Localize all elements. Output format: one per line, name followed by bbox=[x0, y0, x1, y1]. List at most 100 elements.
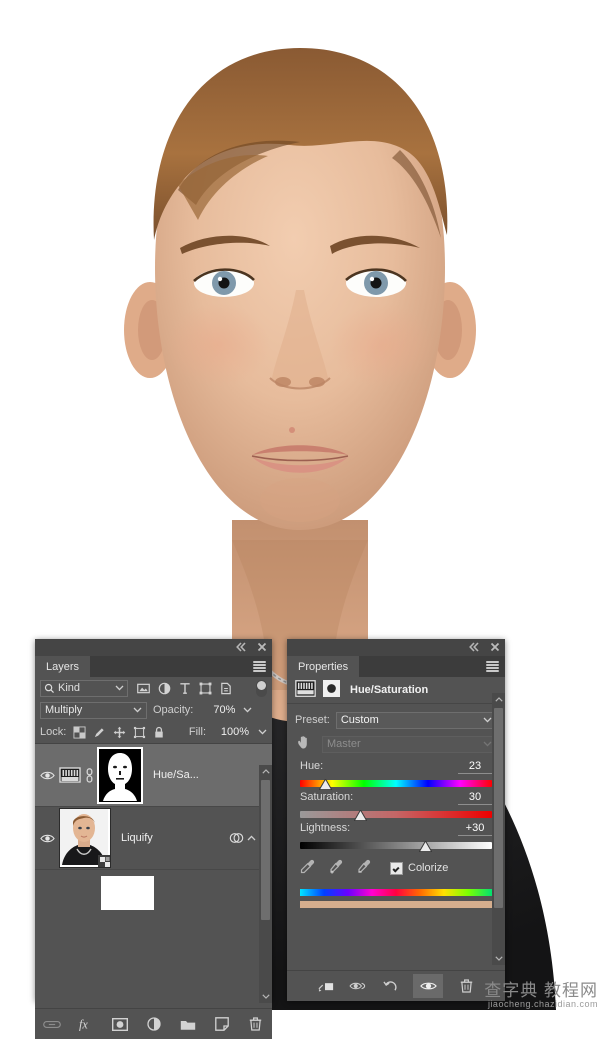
channel-row[interactable]: Master bbox=[287, 732, 505, 756]
result-color-bar bbox=[300, 901, 492, 908]
tab-properties[interactable]: Properties bbox=[287, 656, 359, 677]
mask-link-icon[interactable] bbox=[81, 768, 97, 783]
delete-adjustment-layer-icon[interactable] bbox=[457, 977, 475, 995]
eyedropper-subtract-icon[interactable] bbox=[356, 859, 371, 877]
clip-to-layer-icon[interactable] bbox=[317, 977, 335, 995]
saturation-slider-track[interactable] bbox=[300, 811, 492, 818]
layer-visibility-toggle[interactable] bbox=[35, 770, 59, 781]
white-layer-thumbnail-row[interactable] bbox=[35, 870, 272, 916]
collapse-icon[interactable] bbox=[468, 641, 480, 653]
layers-panel[interactable]: Layers Kind bbox=[35, 639, 272, 1001]
layers-scrollbar[interactable] bbox=[259, 765, 272, 1003]
colorize-checkbox[interactable] bbox=[390, 862, 403, 875]
lock-artboard-nesting-icon[interactable] bbox=[133, 726, 146, 739]
lightness-slider-block[interactable]: Lightness: +30 bbox=[287, 818, 505, 849]
collapse-icon[interactable] bbox=[235, 641, 247, 653]
hue-slider-track[interactable] bbox=[300, 780, 492, 787]
lock-all-icon[interactable] bbox=[153, 726, 165, 739]
saturation-value[interactable]: 30 bbox=[458, 791, 492, 805]
saturation-slider-knob[interactable] bbox=[354, 810, 367, 821]
properties-tab-strip[interactable]: Properties bbox=[287, 656, 505, 677]
properties-panel-titlebar bbox=[287, 639, 505, 656]
layer-filter-row[interactable]: Kind bbox=[35, 677, 272, 699]
preset-select[interactable]: Custom bbox=[336, 712, 497, 729]
search-icon bbox=[44, 683, 55, 694]
portrait-layer-thumbnail[interactable] bbox=[59, 808, 111, 868]
smart-filter-icon[interactable] bbox=[229, 832, 244, 844]
white-layer-thumbnail[interactable] bbox=[101, 876, 154, 910]
scroll-down-icon[interactable] bbox=[492, 952, 505, 965]
adjustment-layer-filter-icon[interactable] bbox=[158, 682, 171, 695]
new-group-icon[interactable] bbox=[179, 1015, 197, 1033]
panel-menu-icon[interactable] bbox=[486, 661, 499, 672]
expand-chevron-icon[interactable] bbox=[247, 835, 256, 841]
channel-select[interactable]: Master bbox=[322, 736, 497, 753]
fill-value[interactable]: 100% bbox=[213, 726, 249, 738]
lock-transparent-pixels-icon[interactable] bbox=[73, 726, 86, 739]
new-adjustment-layer-icon[interactable] bbox=[145, 1015, 163, 1033]
lightness-value[interactable]: +30 bbox=[458, 822, 492, 836]
scroll-thumb[interactable] bbox=[261, 780, 270, 920]
add-layer-style-fx-icon[interactable]: fx bbox=[77, 1015, 95, 1033]
layer-mask-thumbnail[interactable] bbox=[97, 747, 143, 804]
layer-visibility-toggle[interactable] bbox=[35, 833, 59, 844]
type-layer-filter-icon[interactable] bbox=[179, 682, 191, 695]
reset-adjustment-icon[interactable] bbox=[381, 977, 399, 995]
photoshop-screenshot: Layers Kind bbox=[0, 0, 600, 1010]
eyedropper-row[interactable]: Colorize bbox=[287, 849, 505, 877]
preset-row[interactable]: Preset: Custom bbox=[287, 708, 505, 732]
colorize-label: Colorize bbox=[408, 862, 448, 874]
properties-panel[interactable]: Properties Hue/Saturation Preset: Custom bbox=[287, 639, 505, 1001]
properties-scrollbar[interactable] bbox=[492, 693, 505, 965]
filter-enable-toggle[interactable] bbox=[256, 680, 267, 697]
add-layer-mask-icon[interactable] bbox=[111, 1015, 129, 1033]
new-layer-icon[interactable] bbox=[213, 1015, 231, 1033]
lock-row[interactable]: Lock: Fill: 100% bbox=[35, 721, 272, 744]
lightness-slider-track[interactable] bbox=[300, 842, 492, 849]
pixel-layer-filter-icon[interactable] bbox=[137, 682, 150, 695]
chevron-down-icon[interactable] bbox=[243, 707, 252, 713]
lock-position-icon[interactable] bbox=[113, 726, 126, 739]
opacity-value[interactable]: 70% bbox=[199, 704, 235, 716]
layers-bottom-toolbar[interactable]: fx bbox=[35, 1008, 272, 1039]
panel-menu-icon[interactable] bbox=[253, 661, 266, 672]
table-row[interactable]: Hue/Sa... bbox=[35, 744, 272, 807]
scroll-up-icon[interactable] bbox=[259, 765, 272, 778]
hue-slider-block[interactable]: Hue: 23 bbox=[287, 756, 505, 787]
scroll-down-icon[interactable] bbox=[259, 990, 272, 1003]
lightness-slider-knob[interactable] bbox=[419, 841, 432, 852]
hue-slider-knob[interactable] bbox=[319, 779, 332, 790]
eyedropper-add-icon[interactable] bbox=[328, 859, 343, 877]
layer-name: Hue/Sa... bbox=[153, 769, 199, 781]
hue-value[interactable]: 23 bbox=[458, 760, 492, 774]
view-previous-state-icon[interactable] bbox=[349, 977, 367, 995]
hue-saturation-adjustment-thumbnail[interactable] bbox=[59, 764, 81, 786]
link-layers-icon[interactable] bbox=[43, 1015, 61, 1033]
scroll-thumb[interactable] bbox=[494, 708, 503, 908]
blend-mode-value: Multiply bbox=[45, 704, 82, 716]
blend-mode-select[interactable]: Multiply bbox=[40, 702, 147, 719]
close-icon[interactable] bbox=[489, 641, 501, 653]
layer-name: Liquify bbox=[121, 832, 153, 844]
shape-layer-filter-icon[interactable] bbox=[199, 682, 212, 695]
blend-mode-row[interactable]: Multiply Opacity: 70% bbox=[35, 699, 272, 721]
layers-tab-strip[interactable]: Layers bbox=[35, 656, 272, 677]
delete-layer-icon[interactable] bbox=[247, 1015, 265, 1033]
hue-saturation-icon bbox=[295, 680, 316, 700]
tab-layers[interactable]: Layers bbox=[35, 656, 90, 677]
filter-kind-select[interactable]: Kind bbox=[40, 680, 128, 697]
hue-spectrum-bar[interactable] bbox=[300, 889, 492, 896]
close-icon[interactable] bbox=[256, 641, 268, 653]
saturation-slider-block[interactable]: Saturation: 30 bbox=[287, 787, 505, 818]
eyedropper-icon[interactable] bbox=[300, 859, 315, 877]
properties-bottom-toolbar[interactable] bbox=[287, 970, 505, 1001]
eye-icon bbox=[40, 833, 55, 844]
table-row[interactable]: Liquify bbox=[35, 807, 272, 870]
scroll-up-icon[interactable] bbox=[492, 693, 505, 706]
lock-image-pixels-icon[interactable] bbox=[93, 726, 106, 739]
toggle-layer-visibility-icon[interactable] bbox=[413, 974, 443, 998]
targeted-adjustment-hand-icon[interactable] bbox=[295, 734, 312, 754]
smart-object-filter-icon[interactable] bbox=[220, 682, 232, 695]
chevron-down-icon[interactable] bbox=[258, 729, 267, 735]
hue-label: Hue: bbox=[300, 760, 323, 772]
